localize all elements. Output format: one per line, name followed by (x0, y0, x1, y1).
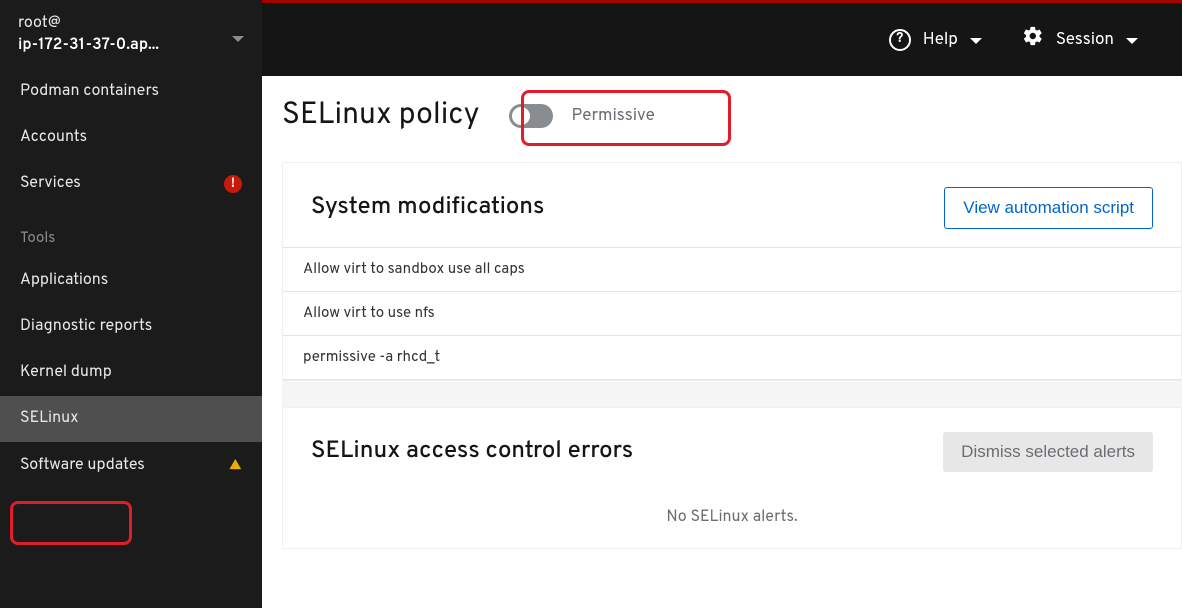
dismiss-alerts-button[interactable]: Dismiss selected alerts (943, 432, 1153, 472)
alert-icon: ! (224, 175, 242, 193)
errors-empty: No SELinux alerts. (283, 490, 1181, 548)
sidebar-item-services[interactable]: Services ! (0, 161, 262, 207)
sidebar-item-label: Applications (20, 271, 108, 291)
sidebar-item-podman[interactable]: Podman containers (0, 69, 262, 115)
modifications-card: System modifications View automation scr… (282, 162, 1182, 381)
modification-item[interactable]: Allow virt to use nfs (283, 292, 1181, 336)
modification-item[interactable]: permissive -a rhcd_t (283, 336, 1181, 380)
session-label: Session (1056, 29, 1114, 51)
page-title: SELinux policy (282, 98, 479, 135)
modification-item[interactable]: Allow virt to sandbox use all caps (283, 248, 1181, 292)
gear-icon (1022, 25, 1044, 54)
toggle-label: Permissive (571, 105, 654, 127)
chevron-down-icon (232, 36, 244, 42)
sidebar-item-label: Podman containers (20, 82, 159, 102)
host-selector[interactable]: root@ ip-172-31-37-0.ap... (0, 0, 262, 69)
policy-toggle[interactable] (509, 104, 553, 128)
title-row: SELinux policy Permissive (282, 96, 1182, 162)
errors-card: SELinux access control errors Dismiss se… (282, 407, 1182, 549)
sidebar-item-label: SELinux (20, 409, 78, 429)
sidebar-item-label: Diagnostic reports (20, 317, 152, 337)
sidebar-section-tools: Tools (0, 207, 262, 258)
sidebar-item-label: Accounts (20, 128, 87, 148)
chevron-down-icon (1126, 38, 1138, 44)
help-menu[interactable]: ? Help (869, 29, 1002, 51)
topbar: ? Help Session (262, 0, 1182, 76)
chevron-down-icon (970, 38, 982, 44)
toggle-knob (512, 107, 530, 125)
host-label: root@ ip-172-31-37-0.ap... (18, 14, 232, 57)
sidebar: root@ ip-172-31-37-0.ap... Podman contai… (0, 0, 262, 608)
highlight-selinux (10, 501, 132, 545)
selinux-toggle-group: Permissive (499, 96, 672, 136)
sidebar-item-selinux[interactable]: SELinux (0, 396, 262, 442)
content: SELinux policy Permissive System modific… (262, 76, 1182, 549)
sidebar-item-label: Kernel dump (20, 363, 112, 383)
view-automation-button[interactable]: View automation script (944, 187, 1153, 229)
session-menu[interactable]: Session (1002, 25, 1158, 54)
sidebar-item-diagnostic[interactable]: Diagnostic reports (0, 304, 262, 350)
modifications-title: System modifications (311, 193, 944, 223)
sidebar-item-software-updates[interactable]: Software updates ▲ (0, 442, 262, 490)
main: ? Help Session SELinux policy Permissive (262, 0, 1182, 608)
sidebar-item-accounts[interactable]: Accounts (0, 115, 262, 161)
sidebar-item-label: Software updates (20, 456, 145, 476)
help-icon: ? (889, 29, 911, 51)
errors-title: SELinux access control errors (311, 437, 943, 467)
sidebar-item-label: Services (20, 174, 81, 194)
warning-icon: ▲ (229, 455, 242, 477)
help-label: Help (923, 29, 958, 51)
sidebar-item-kernel-dump[interactable]: Kernel dump (0, 350, 262, 396)
modifications-list: Allow virt to sandbox use all caps Allow… (283, 247, 1181, 380)
sidebar-item-applications[interactable]: Applications (0, 258, 262, 304)
